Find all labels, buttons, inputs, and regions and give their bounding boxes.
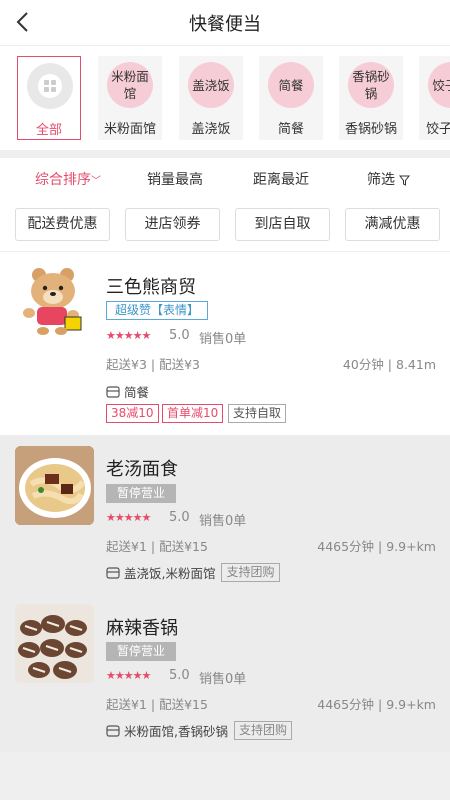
rating-value: 5.0 — [169, 668, 190, 683]
distance-info: 4465分钟 | 9.9+km — [317, 539, 436, 554]
sales-count: 销售0单 — [199, 672, 247, 687]
page-title: 快餐便当 — [189, 14, 261, 35]
sort-comprehensive[interactable]: 综合排序﹀ — [35, 169, 101, 189]
distance-info: 4465分钟 | 9.9+km — [317, 697, 436, 712]
sort-sales[interactable]: 销量最高 — [147, 169, 203, 189]
sort-label: 综合排序 — [35, 172, 91, 188]
shop-card[interactable]: 老汤面食 暂停营业 ★★★★★ 5.0 销售0单 起送¥1 | 配送¥15 44… — [0, 435, 450, 595]
sort-bar: 综合排序﹀ 销量最高 距离最近 筛选 — [0, 158, 450, 200]
category-noodles[interactable]: 米粉面馆 米粉面馆 — [98, 56, 162, 140]
shop-logo-bear — [15, 261, 94, 340]
shop-image-mushrooms — [15, 604, 94, 683]
category-dumplings[interactable]: 饺子馆 饺子 — [419, 56, 450, 140]
filter-button[interactable]: 筛选 — [367, 169, 411, 189]
category-icon: 香锅砂锅 — [348, 62, 394, 108]
chevron-down-icon: ﹀ — [91, 176, 101, 187]
category-label: 饺子 — [426, 122, 450, 137]
chip-coupon[interactable]: 进店领券 — [125, 208, 220, 241]
top-bar: 快餐便当 — [0, 0, 450, 46]
category-icon: 盖浇饭 — [188, 62, 234, 108]
category-text: 米粉面馆,香锅砂锅 — [124, 724, 228, 739]
sales-count: 销售0单 — [199, 514, 247, 529]
rating-stars: ★★★★★ — [106, 669, 151, 682]
store-icon — [106, 724, 120, 737]
shop-card[interactable]: 三色熊商贸 超级赞【表情】 ★★★★★ 5.0 销售0单 起送¥3 | 配送¥3… — [0, 253, 450, 435]
grid-icon — [27, 63, 73, 109]
category-icon: 米粉面馆 — [107, 62, 153, 108]
sales-count: 销售0单 — [199, 332, 247, 347]
service-tag: 支持团购 — [233, 721, 292, 740]
fee-info: 起送¥1 | 配送¥15 — [106, 539, 208, 554]
category-text: 简餐 — [124, 385, 150, 400]
category-icon: 饺子馆 — [428, 62, 450, 108]
shop-category: 简餐 — [106, 382, 149, 401]
list-footer-space — [0, 752, 450, 800]
funnel-icon — [399, 175, 411, 186]
service-tag: 支持自取 — [228, 404, 287, 423]
category-label: 米粉面馆 — [103, 122, 156, 137]
category-rice[interactable]: 盖浇饭 盖浇饭 — [179, 56, 243, 140]
distance-info: 40分钟 | 8.41m — [342, 357, 436, 372]
service-tag: 支持团购 — [221, 563, 280, 582]
chip-delivery-discount[interactable]: 配送费优惠 — [15, 208, 110, 241]
divider — [0, 150, 450, 158]
shop-name: 麻辣香锅 — [106, 618, 178, 639]
shop-category: 盖浇饭,米粉面馆 支持团购 — [106, 563, 280, 582]
rating-value: 5.0 — [169, 510, 190, 525]
shop-image-noodles — [15, 446, 94, 525]
category-pot[interactable]: 香锅砂锅 香锅砂锅 — [339, 56, 403, 140]
category-simple-meal[interactable]: 简餐 简餐 — [259, 56, 323, 140]
category-label: 盖浇饭 — [191, 122, 231, 137]
category-scroller[interactable]: 全部 米粉面馆 米粉面馆 盖浇饭 盖浇饭 简餐 简餐 香锅砂锅 香锅砂锅 饺子馆… — [0, 46, 450, 150]
shop-card[interactable]: 麻辣香锅 暂停营业 ★★★★★ 5.0 销售0单 起送¥1 | 配送¥15 44… — [0, 595, 450, 752]
category-label: 香锅砂锅 — [344, 122, 397, 137]
closed-badge: 暂停营业 — [106, 642, 176, 661]
rating-stars: ★★★★★ — [106, 511, 151, 524]
chip-pickup[interactable]: 到店自取 — [235, 208, 330, 241]
category-label: 全部 — [35, 123, 62, 138]
store-icon — [106, 566, 120, 579]
promo-filter-bar: 配送费优惠 进店领券 到店自取 满减优惠 — [0, 200, 450, 252]
category-text: 盖浇饭,米粉面馆 — [124, 566, 216, 581]
store-icon — [106, 385, 120, 398]
fee-info: 起送¥3 | 配送¥3 — [106, 357, 200, 372]
shop-name: 老汤面食 — [106, 459, 178, 480]
category-icon: 简餐 — [268, 62, 314, 108]
filter-label: 筛选 — [367, 172, 395, 188]
rating-stars: ★★★★★ — [106, 329, 151, 342]
shop-badge: 超级赞【表情】 — [106, 301, 209, 320]
promo-tag: 38减10 — [106, 404, 159, 423]
category-label: 简餐 — [277, 122, 304, 137]
category-all[interactable]: 全部 — [17, 56, 81, 140]
shop-name: 三色熊商贸 — [106, 277, 196, 298]
sort-distance[interactable]: 距离最近 — [253, 169, 309, 189]
fee-info: 起送¥1 | 配送¥15 — [106, 697, 208, 712]
promo-tag: 首单减10 — [162, 404, 224, 423]
closed-badge: 暂停营业 — [106, 484, 176, 503]
chip-full-reduction[interactable]: 满减优惠 — [345, 208, 440, 241]
rating-value: 5.0 — [169, 328, 190, 343]
shop-category: 米粉面馆,香锅砂锅 支持团购 — [106, 721, 292, 740]
